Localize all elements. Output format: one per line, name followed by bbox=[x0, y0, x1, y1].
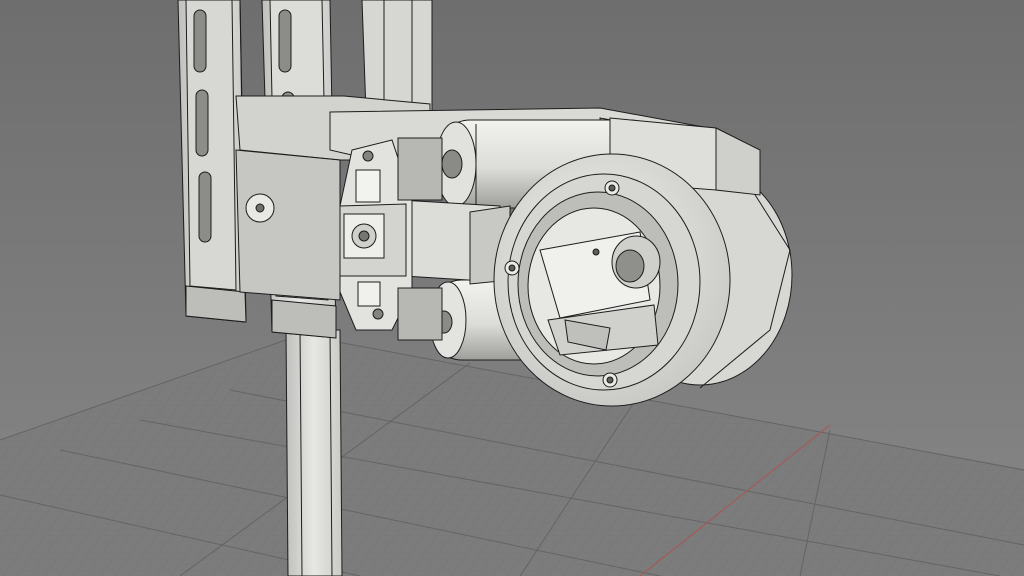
scene-canvas[interactable] bbox=[0, 0, 1024, 576]
main-ring[interactable] bbox=[493, 153, 731, 407]
rail-column-back[interactable] bbox=[361, 0, 433, 113]
vertical-post[interactable] bbox=[285, 329, 343, 576]
cad-viewport[interactable] bbox=[0, 0, 1024, 576]
rail-column-left[interactable] bbox=[177, 0, 247, 323]
center-spine-block[interactable] bbox=[399, 199, 511, 285]
